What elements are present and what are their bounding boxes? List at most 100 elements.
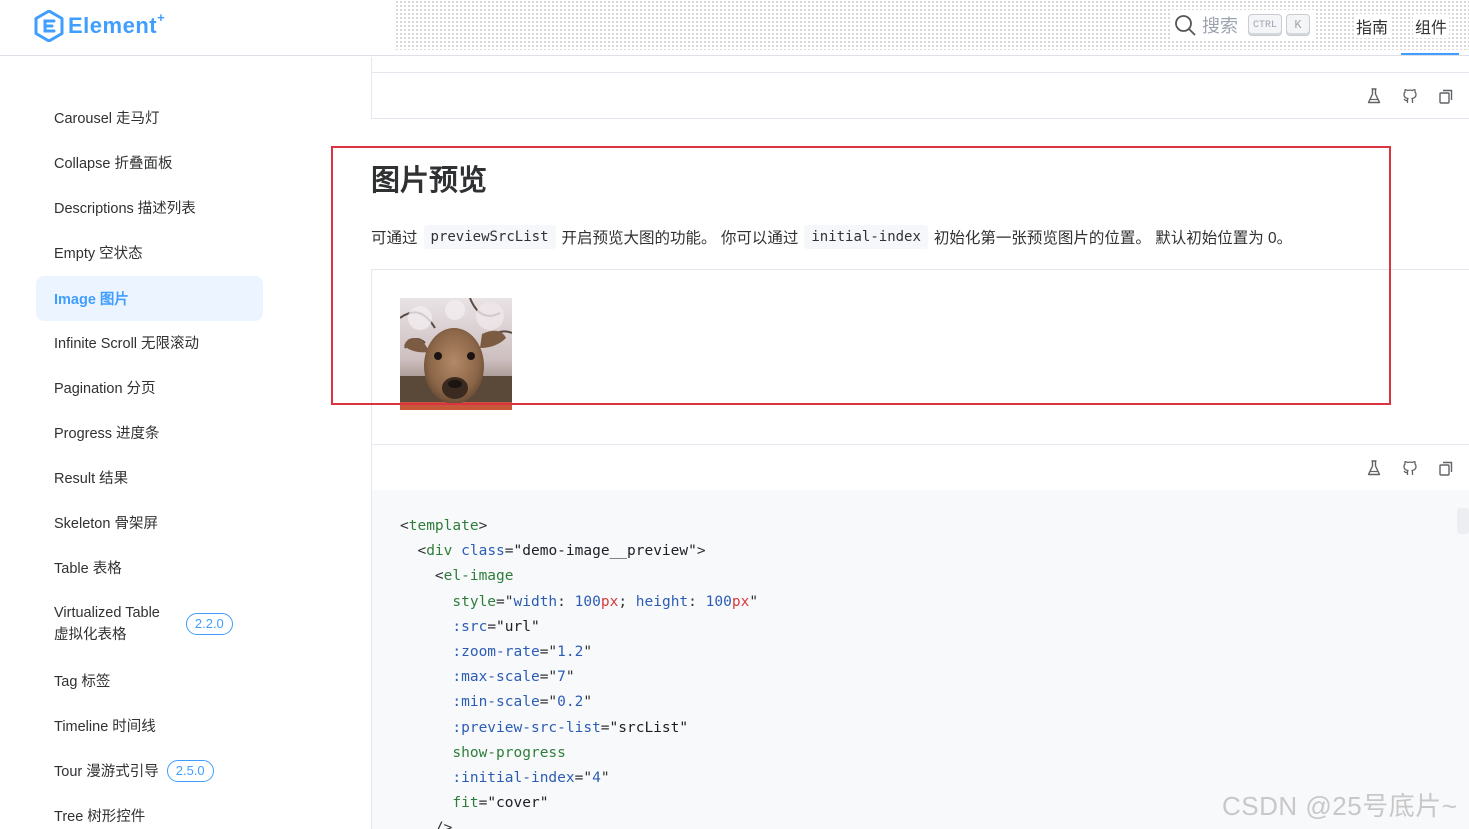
- version-badge: 2.5.0: [166, 759, 214, 782]
- code-token: :preview-src-list: [452, 719, 601, 736]
- sidebar-item-label: Virtualized Table 虚拟化表格: [54, 602, 160, 646]
- code-token: :src: [452, 618, 488, 635]
- sidebar-item-descriptions[interactable]: Descriptions 描述列表: [36, 185, 263, 230]
- sidebar-item-timeline[interactable]: Timeline 时间线: [36, 703, 263, 748]
- code-line: :max-scale="7": [452, 669, 575, 686]
- shortcut-k-key: K: [1286, 14, 1311, 36]
- version-badge: 2.2.0: [185, 613, 233, 635]
- code-line: fit="cover": [452, 795, 549, 812]
- nav-components-link[interactable]: 组件: [1413, 14, 1450, 38]
- code-token: />: [434, 820, 453, 829]
- desc-text-2: 开启预览大图的功能。 你可以通过: [561, 230, 799, 247]
- nav-active-indicator: [1401, 53, 1459, 55]
- desc-text-3: 初始化第一张预览图片的位置。 默认初始位置为 0。: [933, 230, 1293, 247]
- code-token: "demo-image__preview": [513, 543, 697, 560]
- code-token: "url": [496, 618, 540, 635]
- code-token: 1.2: [557, 644, 584, 661]
- logo-plus: +: [157, 9, 165, 25]
- demo-toolbar: [1365, 459, 1455, 477]
- sidebar-item-label: Skeleton 骨架屏: [54, 516, 158, 532]
- sidebar-item-label: Timeline 时间线: [54, 719, 156, 735]
- logo-text: Element: [68, 13, 158, 38]
- code-line: style="width: 100px; height: 100px": [452, 593, 759, 610]
- sidebar-item-image[interactable]: Image 图片: [36, 276, 263, 321]
- code-token: 0.2: [557, 694, 584, 711]
- code-token: "cover": [487, 795, 549, 812]
- sidebar-item-pagination[interactable]: Pagination 分页: [36, 365, 263, 410]
- code-token: style: [452, 593, 497, 610]
- sidebar-item-progress[interactable]: Progress 进度条: [36, 410, 263, 455]
- sidebar-item-label: Descriptions 描述列表: [54, 201, 196, 217]
- demo-toolbar: [1365, 87, 1455, 105]
- code-token: class: [461, 543, 505, 560]
- sidebar-item-empty[interactable]: Empty 空状态: [36, 230, 263, 275]
- code-token: 4: [592, 770, 601, 787]
- deer-photo: [400, 298, 512, 410]
- code-line: :min-scale="0.2": [452, 694, 593, 711]
- code-token: el-image: [443, 568, 514, 585]
- code-line: />: [400, 816, 758, 829]
- sidebar-item-label: Collapse 折叠面板: [54, 156, 173, 172]
- github-icon[interactable]: [1401, 459, 1419, 477]
- github-icon[interactable]: [1401, 87, 1419, 105]
- sidebar-item-label: Table 表格: [54, 561, 122, 577]
- code-token: :zoom-rate: [452, 644, 540, 661]
- code-line: show-progress: [400, 741, 758, 766]
- code-token: div: [426, 543, 453, 560]
- demo-preview-area: [372, 270, 1469, 445]
- code-scrollbar[interactable]: [1457, 508, 1469, 534]
- sidebar-item-label: Infinite Scroll 无限滚动: [54, 336, 200, 352]
- code-token: 100: [705, 593, 732, 610]
- sidebar-item-label-line2: 虚拟化表格: [54, 627, 127, 643]
- sidebar: Carousel 走马灯 Collapse 折叠面板 Descriptions …: [0, 57, 290, 829]
- code-line: <el-image: [434, 568, 514, 585]
- code-block: <template> <div class="demo-image__previ…: [372, 490, 1469, 829]
- sidebar-item-tree[interactable]: Tree 树形控件: [36, 793, 263, 829]
- sidebar-item-collapse[interactable]: Collapse 折叠面板: [36, 140, 263, 185]
- desc-text-1: 可通过: [371, 230, 418, 247]
- code-line: <template>: [400, 518, 488, 534]
- sidebar-item-label: Pagination 分页: [54, 381, 156, 397]
- sidebar-item-label: Carousel 走马灯: [54, 111, 160, 127]
- sidebar-item-label: Tour 漫游式引导: [54, 764, 159, 780]
- sidebar-item-tour[interactable]: Tour 漫游式引导 2.5.0: [36, 748, 263, 793]
- code-token: :min-scale: [452, 694, 540, 711]
- code-token: show-progress: [452, 744, 566, 761]
- code-token: fit: [452, 795, 479, 812]
- demo-block: <template> <div class="demo-image__previ…: [371, 269, 1469, 829]
- sidebar-item-result[interactable]: Result 结果: [36, 455, 263, 500]
- sidebar-item-skeleton[interactable]: Skeleton 骨架屏: [36, 500, 263, 545]
- sidebar-item-infinite-scroll[interactable]: Infinite Scroll 无限滚动: [36, 320, 263, 365]
- code-token: 7: [557, 669, 566, 686]
- divider: [372, 72, 1469, 73]
- section-description: 可通过 previewSrcList 开启预览大图的功能。 你可以通过 init…: [371, 225, 1292, 249]
- copy-icon[interactable]: [1437, 87, 1455, 105]
- sidebar-item-label-line1: Virtualized Table: [54, 605, 160, 621]
- search-button[interactable]: 搜索 CTRL K: [1170, 10, 1315, 40]
- code-token: template: [408, 518, 479, 534]
- inline-code-initial-index: initial-index: [804, 225, 928, 249]
- sidebar-item-table[interactable]: Table 表格: [36, 545, 263, 590]
- preview-image-thumbnail[interactable]: [400, 298, 512, 410]
- sidebar-item-label: Result 结果: [54, 471, 129, 487]
- code-token: px: [600, 593, 619, 610]
- section-title: 图片预览: [371, 165, 488, 197]
- copy-icon[interactable]: [1437, 459, 1455, 477]
- search-icon: [1175, 15, 1196, 36]
- nav-guide-link[interactable]: 指南: [1354, 14, 1391, 38]
- flask-icon[interactable]: [1365, 459, 1383, 477]
- sidebar-item-label: Tree 树形控件: [54, 809, 146, 825]
- previous-demo-block: [371, 57, 1469, 119]
- shortcut-ctrl-key: CTRL: [1248, 14, 1283, 36]
- sidebar-item-label: Image 图片: [54, 292, 129, 308]
- sidebar-item-tag[interactable]: Tag 标签: [36, 658, 263, 703]
- sidebar-item-carousel[interactable]: Carousel 走马灯: [36, 95, 263, 140]
- code-line: :src="url": [452, 618, 540, 635]
- code-line: :preview-src-list="srcList": [452, 719, 689, 736]
- element-logo[interactable]: Element +: [34, 10, 165, 42]
- sidebar-item-virtualized-table[interactable]: Virtualized Table 虚拟化表格 2.2.0: [36, 600, 263, 648]
- sidebar-item-label: Progress 进度条: [54, 426, 160, 442]
- flask-icon[interactable]: [1365, 87, 1383, 105]
- code-line: :initial-index="4": [452, 770, 610, 787]
- code-content: <template> <div class="demo-image__previ…: [400, 514, 758, 829]
